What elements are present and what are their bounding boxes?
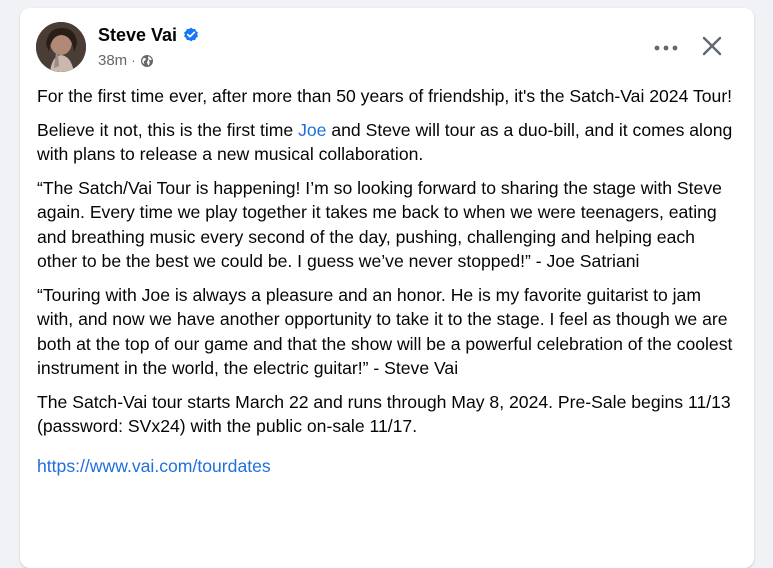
- post-paragraph: Believe it not, this is the first time J…: [37, 118, 737, 167]
- meta-separator: ·: [131, 53, 136, 68]
- tour-dates-link[interactable]: https://www.vai.com/tourdates: [37, 454, 271, 479]
- text-segment: Believe it not, this is the first time: [37, 119, 299, 140]
- mention-link-joe[interactable]: Joe: [298, 120, 326, 140]
- post-paragraph: For the first time ever, after more than…: [37, 86, 733, 106]
- post-paragraph: “The Satch/Vai Tour is happening! I’m so…: [37, 177, 722, 272]
- post-header: Steve Vai 38m ·: [20, 8, 754, 78]
- author-name[interactable]: Steve Vai: [98, 24, 177, 46]
- post-timestamp[interactable]: 38m: [98, 52, 127, 70]
- avatar-image: [36, 22, 86, 72]
- more-options-icon: [654, 45, 678, 51]
- more-options-button[interactable]: [648, 30, 684, 66]
- post-paragraph: The Satch-Vai tour starts March 22 and r…: [37, 391, 731, 437]
- globe-icon[interactable]: [140, 54, 154, 68]
- post-meta: 38m ·: [98, 52, 154, 70]
- close-icon: [702, 36, 722, 56]
- post-paragraph: “Touring with Joe is always a pleasure a…: [37, 284, 733, 379]
- post-body: For the first time ever, after more than…: [37, 84, 737, 478]
- avatar[interactable]: [36, 22, 86, 72]
- verified-badge-icon: [183, 27, 199, 43]
- post-card: Steve Vai 38m · For the first time ever,…: [20, 8, 754, 568]
- author-row: Steve Vai: [98, 24, 199, 46]
- close-button[interactable]: [694, 28, 730, 64]
